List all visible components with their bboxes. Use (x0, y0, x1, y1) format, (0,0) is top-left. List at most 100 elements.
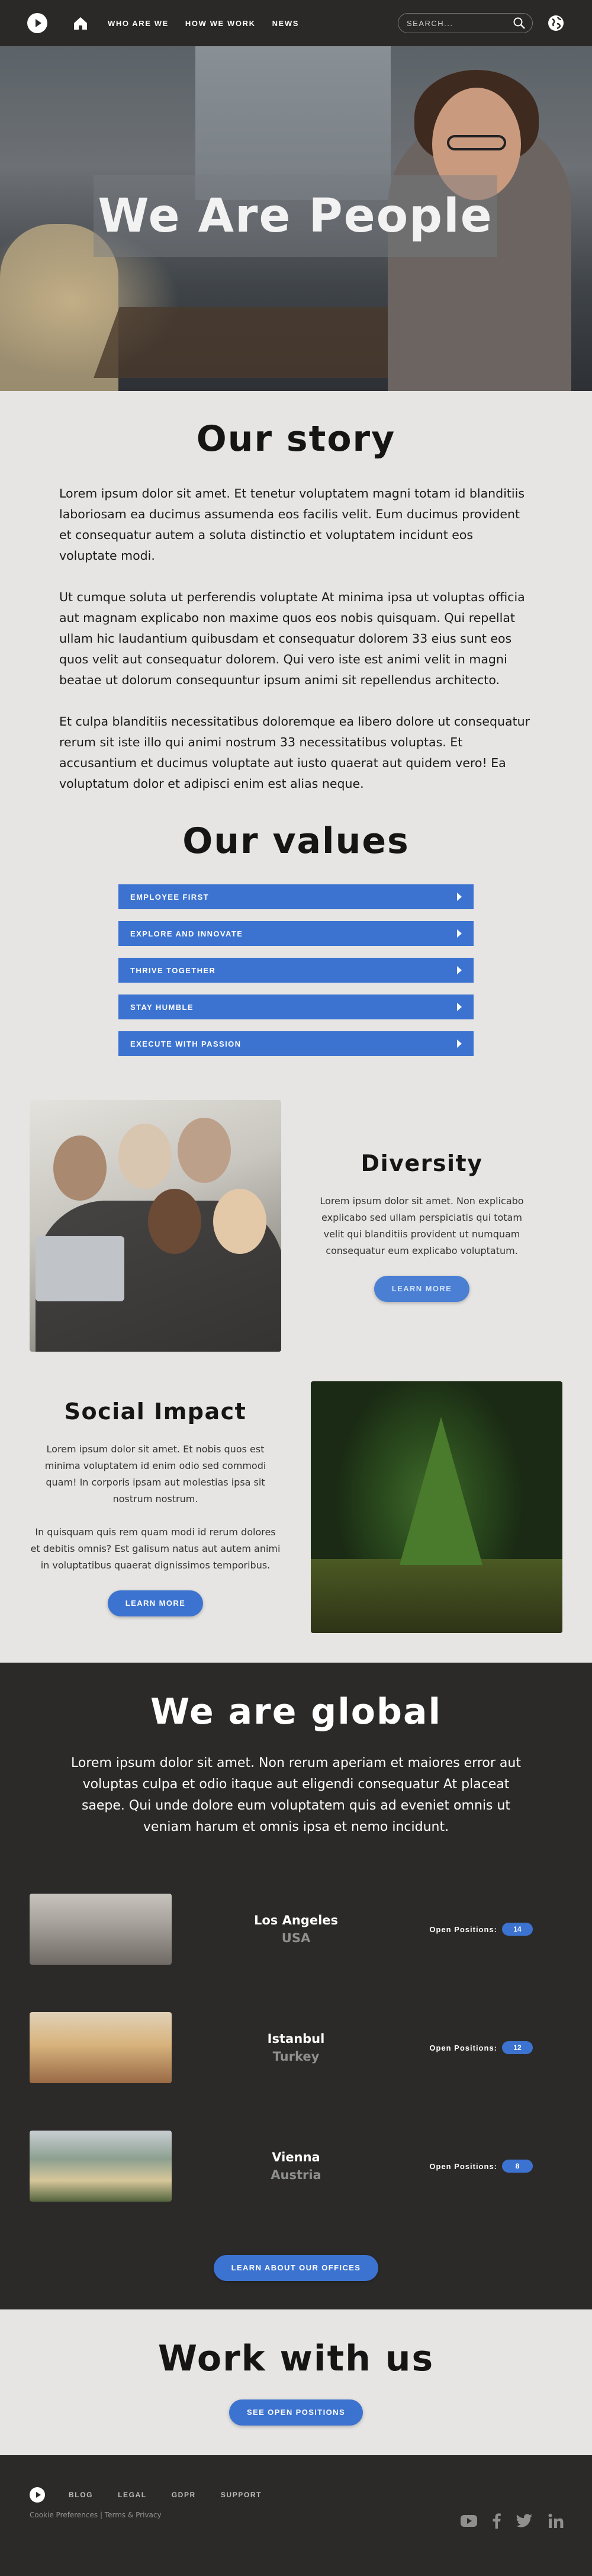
open-positions-badge: 14 (502, 1923, 533, 1936)
photo-shape (400, 1417, 482, 1565)
social-impact-body: Lorem ipsum dolor sit amet. Et nobis quo… (30, 1441, 281, 1574)
twitter-icon[interactable] (516, 2514, 533, 2528)
office-city: Vienna Austria (172, 2150, 420, 2182)
footer-links: BLOG LEGAL GDPR SUPPORT (69, 2491, 262, 2499)
story-title: Our story (196, 418, 396, 460)
work-section: Work with us SEE OPEN POSITIONS (0, 2309, 592, 2455)
value-label: THRIVE TOGETHER (130, 965, 216, 975)
office-country: Turkey (272, 2049, 320, 2064)
office-row: Istanbul Turkey Open Positions: 12 (0, 2012, 592, 2083)
footer-link-blog[interactable]: BLOG (69, 2491, 93, 2499)
photo-shape (178, 1118, 231, 1183)
diversity-row: Diversity Lorem ipsum dolor sit amet. No… (0, 1100, 592, 1352)
office-photo-vienna (30, 2131, 172, 2202)
footer: BLOG LEGAL GDPR SUPPORT Cookie Preferenc… (0, 2455, 592, 2576)
nav-link-who-are-we[interactable]: WHO ARE WE (108, 19, 169, 28)
value-item-employee-first[interactable]: EMPLOYEE FIRST (118, 884, 474, 909)
social-impact-paragraph: In quisquam quis rem quam modi id rerum … (30, 1526, 281, 1571)
social-impact-text: Social Impact Lorem ipsum dolor sit amet… (30, 1398, 311, 1616)
search-input[interactable] (407, 18, 501, 28)
story-paragraph: Lorem ipsum dolor sit amet. Et tenetur v… (59, 486, 525, 563)
office-city-name: Los Angeles (253, 1913, 339, 1927)
social-impact-learn-more-button[interactable]: LEARN MORE (107, 1590, 204, 1616)
footer-link-gdpr[interactable]: GDPR (172, 2491, 196, 2499)
hero-photo-desk (94, 307, 427, 378)
office-open-positions[interactable]: Open Positions: 8 (429, 2160, 533, 2173)
search-box (398, 13, 533, 33)
footer-link-legal[interactable]: LEGAL (118, 2491, 147, 2499)
youtube-icon[interactable] (461, 2515, 477, 2527)
cookie-preferences-link[interactable]: Cookie Preferences (30, 2511, 98, 2519)
values-title: Our values (182, 820, 410, 862)
globe-icon[interactable] (547, 14, 565, 32)
footer-top: BLOG LEGAL GDPR SUPPORT (30, 2487, 562, 2503)
home-icon[interactable] (72, 15, 89, 31)
photo-shape (213, 1189, 266, 1254)
chevron-right-icon (457, 929, 462, 938)
social-impact-title: Social Impact (64, 1398, 247, 1425)
open-positions-badge: 12 (502, 2041, 533, 2054)
value-item-explore-and-innovate[interactable]: EXPLORE AND INNOVATE (118, 921, 474, 946)
work-title: Work with us (157, 2338, 435, 2379)
office-open-positions[interactable]: Open Positions: 12 (429, 2041, 533, 2054)
diversity-paragraph: Lorem ipsum dolor sit amet. Non explicab… (320, 1195, 524, 1256)
office-row: Vienna Austria Open Positions: 8 (0, 2131, 592, 2202)
value-label: STAY HUMBLE (130, 1002, 194, 1012)
social-links (461, 2513, 564, 2529)
diversity-body: Lorem ipsum dolor sit amet. Non explicab… (311, 1193, 533, 1259)
story-paragraph: Et culpa blanditiis necessitatibus dolor… (59, 714, 530, 791)
photo-shape (118, 1124, 172, 1189)
office-city-name: Vienna (272, 2150, 320, 2164)
global-text: Lorem ipsum dolor sit amet. Non rerum ap… (71, 1756, 521, 1834)
story-section: Our story Lorem ipsum dolor sit amet. Et… (0, 391, 592, 1100)
terms-privacy-link[interactable]: Terms & Privacy (105, 2511, 162, 2519)
nav-links: WHO ARE WE HOW WE WORK NEWS (108, 19, 299, 28)
hero-banner: We Are People (94, 175, 497, 257)
diversity-learn-more-button[interactable]: LEARN MORE (374, 1275, 470, 1302)
diversity-text: Diversity Lorem ipsum dolor sit amet. No… (281, 1150, 562, 1302)
features-section: Diversity Lorem ipsum dolor sit amet. No… (0, 1100, 592, 1663)
top-nav: WHO ARE WE HOW WE WORK NEWS (0, 0, 592, 46)
see-open-positions-button[interactable]: SEE OPEN POSITIONS (229, 2399, 363, 2426)
office-city: Istanbul Turkey (172, 2032, 420, 2064)
office-photo-istanbul (30, 2012, 172, 2083)
open-positions-label: Open Positions: (429, 2161, 497, 2171)
logo-play-icon (35, 19, 41, 27)
learn-about-offices-button[interactable]: LEARN ABOUT OUR OFFICES (213, 2255, 379, 2281)
footer-logo[interactable] (30, 2487, 45, 2503)
legal-separator: | (98, 2511, 105, 2519)
global-button-wrap: LEARN ABOUT OUR OFFICES (0, 2255, 592, 2281)
value-label: EXPLORE AND INNOVATE (130, 929, 243, 938)
story-text: Lorem ipsum dolor sit amet. Et tenetur v… (59, 483, 533, 794)
office-open-positions[interactable]: Open Positions: 14 (429, 1923, 533, 1936)
office-country: USA (281, 1931, 311, 1945)
hero-photo-glasses (447, 135, 506, 150)
photo-shape (148, 1189, 201, 1254)
story-paragraph: Ut cumque soluta ut perferendis voluptat… (59, 590, 525, 687)
photo-shape (53, 1135, 107, 1201)
chevron-right-icon (457, 893, 462, 901)
logo[interactable] (27, 13, 47, 33)
value-item-stay-humble[interactable]: STAY HUMBLE (118, 995, 474, 1019)
facebook-icon[interactable] (493, 2513, 501, 2529)
nav-link-news[interactable]: NEWS (272, 19, 299, 28)
chevron-right-icon (457, 1003, 462, 1011)
office-city-name: Istanbul (267, 2032, 325, 2046)
footer-link-support[interactable]: SUPPORT (221, 2491, 262, 2499)
hero: We Are People (0, 46, 592, 391)
social-impact-photo (311, 1381, 562, 1633)
offices-list: Los Angeles USA Open Positions: 14 Istan… (0, 1894, 592, 2202)
value-item-execute-with-passion[interactable]: EXECUTE WITH PASSION (118, 1031, 474, 1056)
global-title: We are global (150, 1691, 442, 1733)
chevron-right-icon (457, 966, 462, 974)
global-section: We are global Lorem ipsum dolor sit amet… (0, 1663, 592, 2309)
logo-play-icon (36, 2492, 41, 2498)
social-impact-paragraph: Lorem ipsum dolor sit amet. Et nobis quo… (44, 1443, 266, 1504)
nav-link-how-we-work[interactable]: HOW WE WORK (185, 19, 256, 28)
diversity-title: Diversity (361, 1150, 483, 1176)
value-item-thrive-together[interactable]: THRIVE TOGETHER (118, 958, 474, 983)
linkedin-icon[interactable] (548, 2513, 564, 2529)
hero-title: We Are People (98, 190, 493, 243)
open-positions-badge: 8 (502, 2160, 533, 2173)
search-icon[interactable] (513, 17, 525, 29)
